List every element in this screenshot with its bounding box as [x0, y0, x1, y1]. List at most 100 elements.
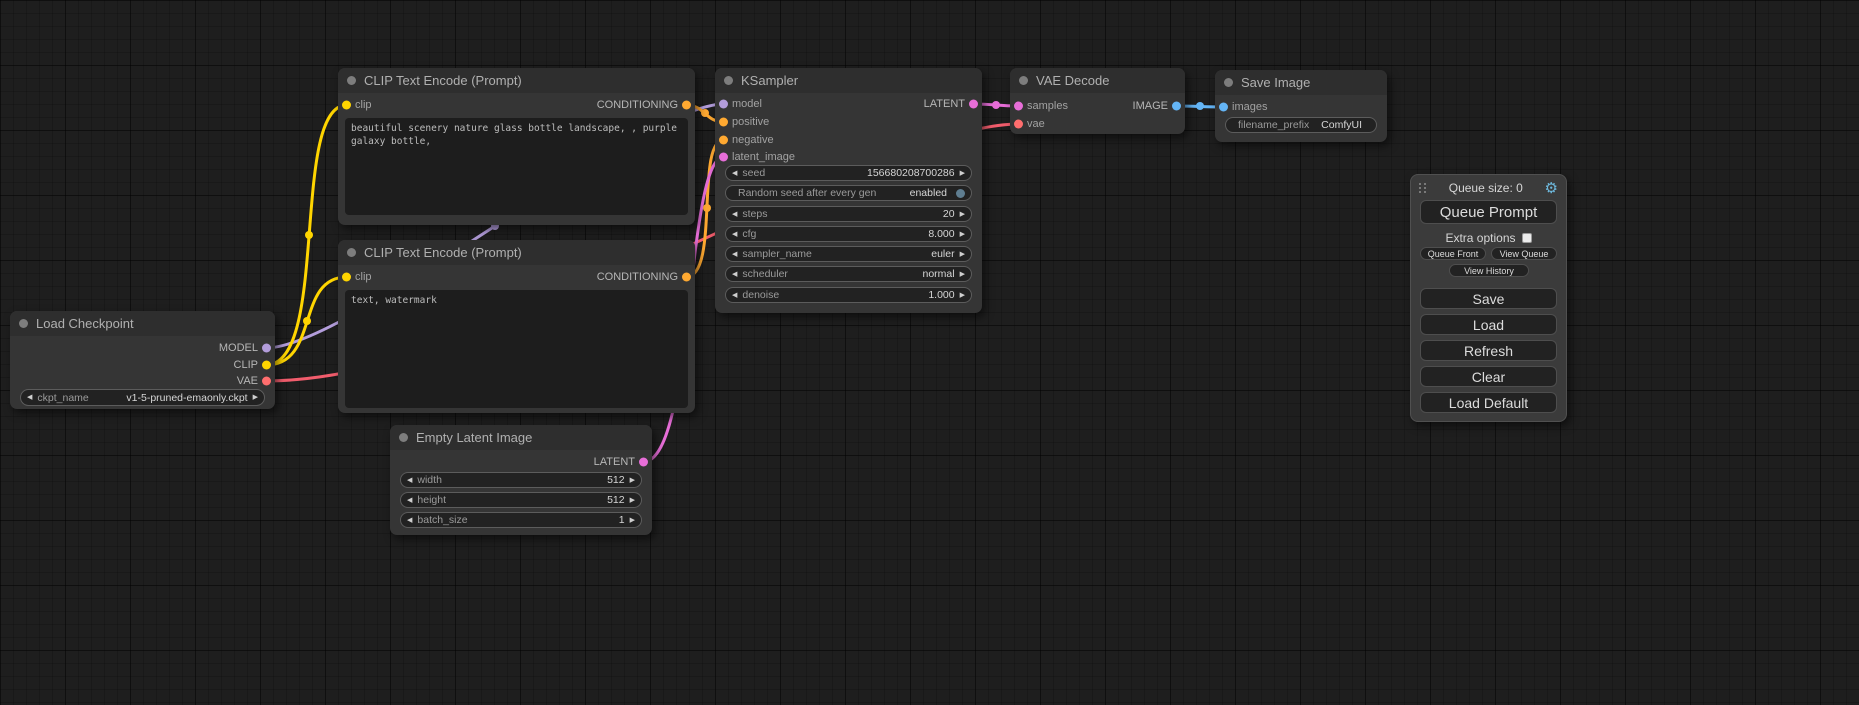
decrement-arrow-icon[interactable]: ◀: [27, 394, 32, 401]
link-midpoint-dot: [992, 101, 1000, 109]
node-ksampler[interactable]: KSampler model positive negative latent_…: [715, 68, 982, 313]
node-title-bar[interactable]: Load Checkpoint: [10, 311, 275, 336]
collapse-dot-icon[interactable]: [1019, 76, 1028, 85]
ckpt-name-widget[interactable]: ◀ ckpt_name v1-5-pruned-emaonly.ckpt ▶: [20, 389, 265, 406]
node-title-bar[interactable]: Save Image: [1215, 70, 1387, 95]
node-clip-text-encode-positive[interactable]: CLIP Text Encode (Prompt) clip CONDITION…: [338, 68, 695, 225]
save-button[interactable]: Save: [1420, 288, 1557, 309]
output-slot-image: IMAGE: [1133, 98, 1168, 114]
increment-arrow-icon[interactable]: ▶: [960, 271, 965, 278]
cfg-widget[interactable]: ◀ cfg 8.000 ▶: [725, 226, 972, 242]
output-dot-model[interactable]: [262, 344, 271, 353]
collapse-dot-icon[interactable]: [347, 248, 356, 257]
steps-widget[interactable]: ◀ steps 20 ▶: [725, 206, 972, 222]
output-dot-vae[interactable]: [262, 377, 271, 386]
input-slot-vae: vae: [1027, 116, 1045, 132]
load-button[interactable]: Load: [1420, 314, 1557, 335]
scheduler-widget[interactable]: ◀ scheduler normal ▶: [725, 266, 972, 282]
decrement-arrow-icon[interactable]: ◀: [732, 231, 737, 238]
drag-handle-icon[interactable]: [1419, 182, 1427, 195]
collapse-dot-icon[interactable]: [399, 433, 408, 442]
input-dot-samples[interactable]: [1014, 102, 1023, 111]
decrement-arrow-icon[interactable]: ◀: [407, 497, 412, 504]
input-dot-negative[interactable]: [719, 136, 728, 145]
decrement-arrow-icon[interactable]: ◀: [732, 170, 737, 177]
prompt-textarea[interactable]: beautiful scenery nature glass bottle la…: [345, 118, 688, 215]
input-dot-vae[interactable]: [1014, 120, 1023, 129]
increment-arrow-icon[interactable]: ▶: [630, 517, 635, 524]
input-dot-latent-image[interactable]: [719, 153, 728, 162]
node-title-bar[interactable]: CLIP Text Encode (Prompt): [338, 240, 695, 265]
increment-arrow-icon[interactable]: ▶: [960, 211, 965, 218]
node-vae-decode[interactable]: VAE Decode samples vae IMAGE: [1010, 68, 1185, 134]
view-history-button[interactable]: View History: [1449, 264, 1529, 277]
increment-arrow-icon[interactable]: ▶: [960, 231, 965, 238]
widget-value: enabled: [910, 187, 947, 199]
input-dot-clip[interactable]: [342, 101, 351, 110]
node-title-bar[interactable]: Empty Latent Image: [390, 425, 652, 450]
link-midpoint-dot: [701, 109, 709, 117]
height-widget[interactable]: ◀ height 512 ▶: [400, 492, 642, 508]
node-graph-canvas[interactable]: Load Checkpoint MODEL CLIP VAE ◀ ckpt_na…: [0, 0, 1859, 705]
output-dot-clip[interactable]: [262, 361, 271, 370]
collapse-dot-icon[interactable]: [19, 319, 28, 328]
node-title-bar[interactable]: CLIP Text Encode (Prompt): [338, 68, 695, 93]
collapse-dot-icon[interactable]: [724, 76, 733, 85]
increment-arrow-icon[interactable]: ▶: [960, 170, 965, 177]
random-seed-toggle-widget[interactable]: Random seed after every gen enabled: [725, 185, 972, 201]
widget-value: 8.000: [928, 228, 954, 240]
input-slot-images: images: [1232, 99, 1267, 115]
node-save-image[interactable]: Save Image images filename_prefix ComfyU…: [1215, 70, 1387, 142]
output-dot-latent[interactable]: [639, 458, 648, 467]
collapse-dot-icon[interactable]: [1224, 78, 1233, 87]
decrement-arrow-icon[interactable]: ◀: [732, 271, 737, 278]
collapse-dot-icon[interactable]: [347, 76, 356, 85]
clear-button[interactable]: Clear: [1420, 366, 1557, 387]
refresh-button[interactable]: Refresh: [1420, 340, 1557, 361]
node-empty-latent-image[interactable]: Empty Latent Image LATENT ◀ width 512 ▶ …: [390, 425, 652, 535]
view-queue-button[interactable]: View Queue: [1491, 247, 1557, 260]
input-slot-clip: clip: [355, 269, 372, 285]
input-slot-positive: positive: [732, 114, 769, 130]
seed-widget[interactable]: ◀ seed 156680208700286 ▶: [725, 165, 972, 181]
input-dot-model[interactable]: [719, 100, 728, 109]
sampler-name-widget[interactable]: ◀ sampler_name euler ▶: [725, 246, 972, 262]
widget-value: euler: [931, 248, 954, 260]
output-dot-image[interactable]: [1172, 102, 1181, 111]
widget-label: filename_prefix: [1238, 119, 1309, 131]
decrement-arrow-icon[interactable]: ◀: [407, 477, 412, 484]
prompt-textarea[interactable]: text, watermark: [345, 290, 688, 408]
queue-prompt-button[interactable]: Queue Prompt: [1420, 200, 1557, 224]
decrement-arrow-icon[interactable]: ◀: [732, 211, 737, 218]
input-dot-positive[interactable]: [719, 118, 728, 127]
filename-prefix-widget[interactable]: filename_prefix ComfyUI: [1225, 117, 1377, 133]
output-dot-conditioning[interactable]: [682, 273, 691, 282]
extra-options-checkbox[interactable]: [1522, 233, 1532, 243]
decrement-arrow-icon[interactable]: ◀: [732, 292, 737, 299]
increment-arrow-icon[interactable]: ▶: [630, 477, 635, 484]
increment-arrow-icon[interactable]: ▶: [960, 292, 965, 299]
input-dot-clip[interactable]: [342, 273, 351, 282]
node-title-bar[interactable]: VAE Decode: [1010, 68, 1185, 93]
increment-arrow-icon[interactable]: ▶: [253, 394, 258, 401]
denoise-widget[interactable]: ◀ denoise 1.000 ▶: [725, 287, 972, 303]
node-load-checkpoint[interactable]: Load Checkpoint MODEL CLIP VAE ◀ ckpt_na…: [10, 311, 275, 409]
width-widget[interactable]: ◀ width 512 ▶: [400, 472, 642, 488]
queue-menu-panel[interactable]: Queue size: 0 ⚙ Queue Prompt Extra optio…: [1410, 174, 1567, 422]
batch-size-widget[interactable]: ◀ batch_size 1 ▶: [400, 512, 642, 528]
input-dot-images[interactable]: [1219, 103, 1228, 112]
widget-label: cfg: [742, 228, 756, 240]
load-default-button[interactable]: Load Default: [1420, 392, 1557, 413]
node-title-bar[interactable]: KSampler: [715, 68, 982, 93]
toggle-knob-icon[interactable]: [956, 189, 965, 198]
output-dot-latent[interactable]: [969, 100, 978, 109]
node-clip-text-encode-negative[interactable]: CLIP Text Encode (Prompt) clip CONDITION…: [338, 240, 695, 413]
queue-front-button[interactable]: Queue Front: [1420, 247, 1486, 260]
widget-label: seed: [742, 167, 765, 179]
settings-gear-icon[interactable]: ⚙: [1545, 181, 1558, 196]
output-dot-conditioning[interactable]: [682, 101, 691, 110]
increment-arrow-icon[interactable]: ▶: [630, 497, 635, 504]
decrement-arrow-icon[interactable]: ◀: [407, 517, 412, 524]
decrement-arrow-icon[interactable]: ◀: [732, 251, 737, 258]
increment-arrow-icon[interactable]: ▶: [960, 251, 965, 258]
